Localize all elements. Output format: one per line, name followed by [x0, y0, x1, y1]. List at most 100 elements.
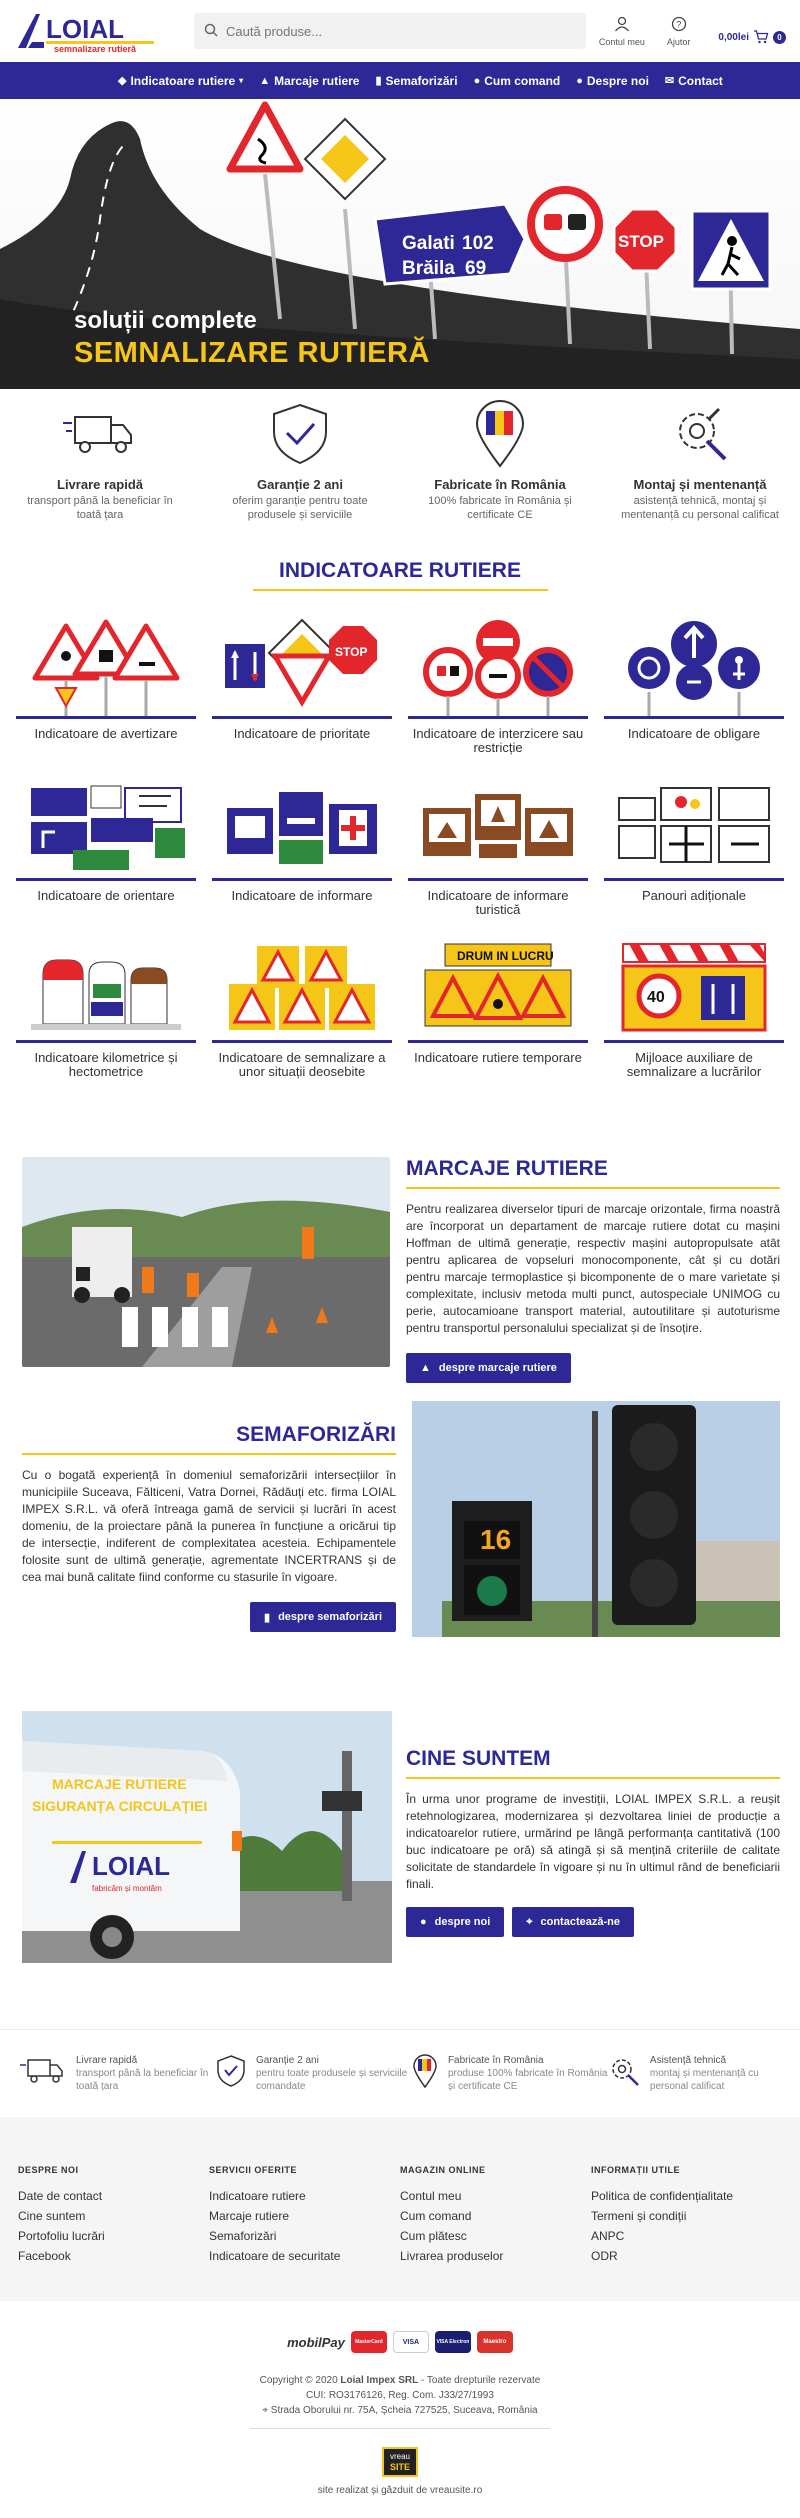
feature-small: Fabricate în România produse 100% fabrica…	[412, 2054, 608, 2093]
map-pin-icon: ⌖	[262, 2405, 271, 2416]
indicatoare-title: INDICATOARE RUTIERE	[279, 559, 521, 582]
help-link[interactable]: ? Ajutor	[666, 16, 691, 47]
marcaje-title: MARCAJE RUTIERE	[406, 1157, 608, 1180]
category-image	[16, 611, 196, 719]
category-card[interactable]: Indicatoare de interzicere sau restricți…	[402, 611, 594, 773]
footer-link[interactable]: Indicatoare rutiere	[209, 2189, 400, 2203]
feature-title: Asistență tehnică	[649, 2055, 727, 2066]
svg-text:40: 40	[647, 989, 665, 1006]
category-image	[408, 611, 588, 719]
van-sub: fabricăm și montăm	[92, 1884, 162, 1893]
marcaje-button[interactable]: ▲ despre marcaje rutiere	[406, 1353, 571, 1383]
mail-icon: ✉	[664, 75, 675, 87]
footer-link[interactable]: Cum plătesc	[400, 2229, 591, 2243]
footer-link[interactable]: Date de contact	[18, 2189, 209, 2203]
category-image	[16, 773, 196, 881]
nav-semaforizari[interactable]: ▮ Semaforizări	[375, 74, 457, 88]
footer-link[interactable]: Indicatoare de securitate	[209, 2249, 400, 2263]
badge-top: vreau	[389, 2452, 410, 2461]
marcaje-photo	[22, 1157, 390, 1367]
vreausite-badge[interactable]: vreau SITE	[382, 2447, 418, 2477]
nav-despre-noi[interactable]: ● Despre noi	[576, 74, 649, 88]
category-card[interactable]: Indicatoare de semnalizare a unor situaț…	[206, 935, 398, 1097]
footer-link[interactable]: Semaforizări	[209, 2229, 400, 2243]
category-image	[604, 611, 784, 719]
footer-link[interactable]: Portofoliu lucrări	[18, 2229, 209, 2243]
feature-desc: montaj și mentenanță cu personal calific…	[649, 2068, 759, 2092]
category-image	[16, 935, 196, 1043]
marcaje-section: MARCAJE RUTIERE Pentru realizarea divers…	[0, 1109, 800, 1401]
footer-link[interactable]: Cine suntem	[18, 2209, 209, 2223]
feature-desc: asistență tehnică, montaj și mentenanță …	[621, 495, 779, 521]
search-icon	[204, 23, 218, 40]
button-label: contactează-ne	[540, 1916, 620, 1928]
nav-label: Cum comand	[484, 73, 561, 88]
account-link[interactable]: Contul meu	[599, 16, 645, 47]
footer-link[interactable]: Termeni și condiții	[591, 2209, 782, 2223]
site-logo[interactable]: LOIAL semnalizare rutieră	[14, 8, 164, 54]
hero-sign-city1: Galati	[402, 233, 455, 254]
category-image	[212, 773, 392, 881]
feature-title: Fabricate în România	[447, 2055, 544, 2066]
search-input[interactable]	[226, 23, 566, 39]
site-credit[interactable]: site realizat și găzduit de vreausite.ro	[0, 2485, 800, 2496]
mastercard-icon: MasterCard	[350, 2331, 387, 2353]
semaforizari-body: Cu o bogată experiență în domeniul semaf…	[22, 1468, 396, 1584]
category-image: STOP	[212, 611, 392, 719]
logo-text: LOIAL	[46, 14, 124, 44]
search-box[interactable]	[194, 13, 586, 49]
category-label: Indicatoare de informare	[231, 888, 373, 903]
traffic-light-icon: ▮	[264, 1611, 271, 1624]
nav-cum-comand[interactable]: ● Cum comand	[474, 74, 561, 88]
footer-link[interactable]: ODR	[591, 2249, 782, 2263]
button-label: despre noi	[434, 1916, 491, 1928]
footer-link[interactable]: Livrarea produselor	[400, 2249, 591, 2263]
category-grid: Indicatoare de avertizare STOP Indicatoa…	[0, 591, 800, 1097]
hero-stop-text: STOP	[618, 232, 664, 251]
category-card[interactable]: Indicatoare de obligare	[598, 611, 790, 773]
cine-title: CINE SUNTEM	[406, 1747, 551, 1770]
category-card[interactable]: Indicatoare de orientare	[10, 773, 202, 935]
mobilpay-logo: mobilPay	[287, 2334, 345, 2350]
payment-methods: mobilPay MasterCard VISA VISA Electron M…	[0, 2331, 800, 2353]
footer-link[interactable]: Contul meu	[400, 2189, 591, 2203]
features-row: Livrare rapidă transport până la benefic…	[0, 389, 800, 541]
nav-label: Despre noi	[586, 73, 649, 88]
category-label: Indicatoare de orientare	[37, 888, 175, 903]
nav-indicatoare[interactable]: ◆ Indicatoare rutiere ▾	[118, 74, 243, 88]
category-card[interactable]: Indicatoare de avertizare	[10, 611, 202, 773]
title-underline	[22, 1453, 396, 1455]
visa-electron-icon: VISA Electron	[434, 2331, 471, 2353]
help-label: Ajutor	[666, 36, 691, 47]
footer-link[interactable]: Facebook	[18, 2249, 209, 2263]
footer-link[interactable]: Politica de confidențialitate	[591, 2189, 782, 2203]
site-header: LOIAL semnalizare rutieră Contul meu ? A…	[0, 0, 800, 62]
button-label: despre semaforizări	[278, 1611, 382, 1623]
hero-sign-num2: 69	[465, 258, 486, 279]
hero-sign-city2: Brăila	[402, 258, 455, 279]
info-icon: ●	[420, 1916, 427, 1928]
category-card[interactable]: Indicatoare de informare turistică	[402, 773, 594, 935]
category-card[interactable]: Panouri adiționale	[598, 773, 790, 935]
footer-link[interactable]: Marcaje rutiere	[209, 2209, 400, 2223]
about-button[interactable]: ● despre noi	[406, 1907, 505, 1937]
cart-link[interactable]: 0,00lei 0	[718, 29, 786, 47]
address-text: Strada Oborului nr. 75A, Șcheia 727525, …	[270, 2405, 538, 2416]
feature-romania: Fabricate în România 100% fabricate în R…	[400, 399, 600, 541]
semaforizari-button[interactable]: ▮ despre semaforizări	[250, 1602, 396, 1632]
footer-link[interactable]: ANPC	[591, 2229, 782, 2243]
category-card[interactable]: 40 Mijloace auxiliare de semnalizare a l…	[598, 935, 790, 1097]
contact-button[interactable]: ⌖ contactează-ne	[512, 1907, 634, 1937]
user-icon	[614, 16, 630, 34]
category-card[interactable]: Indicatoare de informare	[206, 773, 398, 935]
footer-link[interactable]: Cum comand	[400, 2209, 591, 2223]
nav-contact[interactable]: ✉ Contact	[665, 74, 723, 88]
company-cui: CUI: RO3176126, Reg. Com. J33/27/1993	[306, 2390, 494, 2401]
feature-maintenance: Montaj și mentenanță asistență tehnică, …	[600, 399, 800, 541]
truck-icon	[63, 409, 137, 464]
feature-desc: pentru toate produsele și serviciile com…	[255, 2068, 408, 2092]
nav-marcaje[interactable]: ▲ Marcaje rutiere	[259, 74, 359, 88]
category-card[interactable]: DRUM IN LUCRU Indicatoare rutiere tempor…	[402, 935, 594, 1097]
category-card[interactable]: STOP Indicatoare de prioritate	[206, 611, 398, 773]
category-card[interactable]: Indicatoare kilometrice și hectometrice	[10, 935, 202, 1097]
